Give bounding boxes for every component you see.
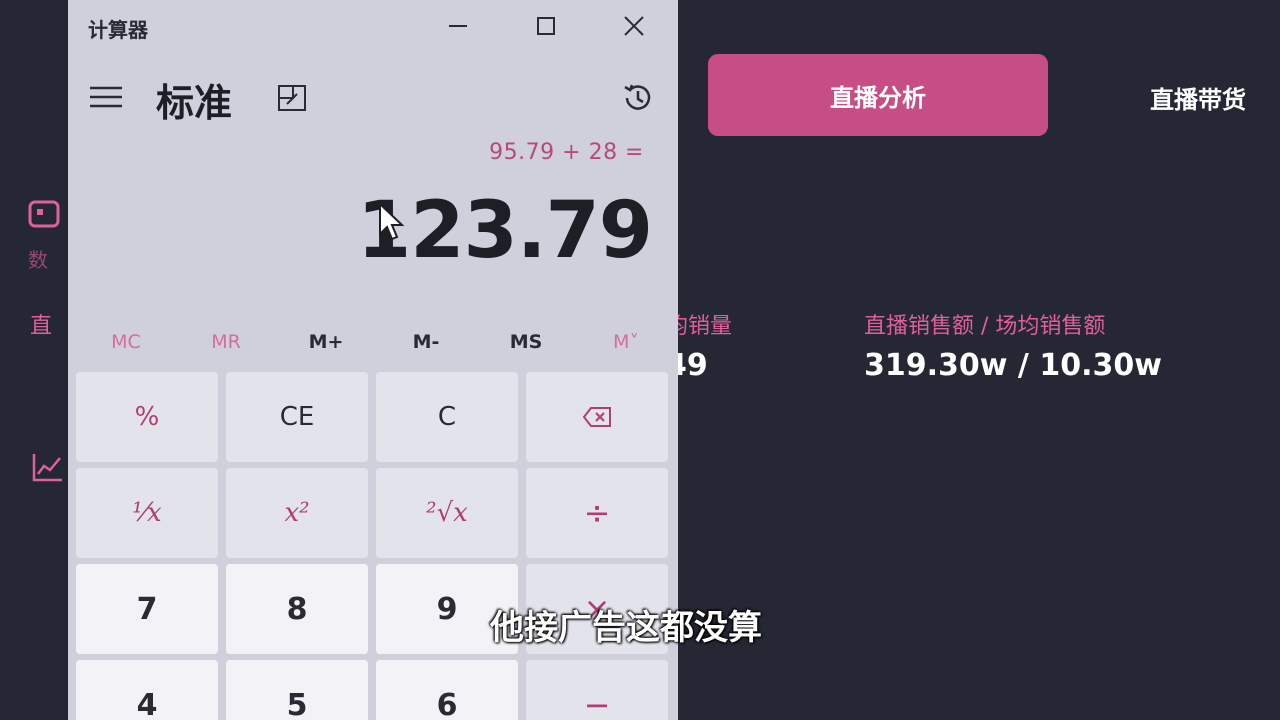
memory-clear-button[interactable]: MC	[76, 320, 176, 364]
digit-4-button[interactable]: 4	[76, 660, 218, 720]
percent-button[interactable]: %	[76, 372, 218, 462]
tab-live-sales[interactable]: 直播带货	[1150, 80, 1280, 116]
square-root-button[interactable]: ²√x	[376, 468, 518, 558]
close-icon[interactable]	[604, 6, 664, 46]
reciprocal-button[interactable]: ¹⁄x	[76, 468, 218, 558]
memory-store-button[interactable]: MS	[476, 320, 576, 364]
hamburger-icon[interactable]	[88, 82, 124, 112]
video-subtitle: 他接广告这都没算	[490, 608, 762, 648]
memory-recall-button[interactable]: MR	[176, 320, 276, 364]
memory-list-button[interactable]: M˅	[576, 320, 676, 364]
trend-chart-icon	[32, 452, 64, 486]
memory-add-button[interactable]: M+	[276, 320, 376, 364]
tab-live-analysis[interactable]: 直播分析	[708, 54, 1048, 136]
digit-6-button[interactable]: 6	[376, 660, 518, 720]
maximize-icon[interactable]	[516, 6, 576, 46]
stat-label-fragment: 直	[30, 314, 53, 339]
memory-row: MC MR M+ M- MS M˅	[76, 320, 676, 364]
digit-8-button[interactable]: 8	[226, 564, 368, 654]
app-title: 计算器	[88, 18, 148, 42]
keep-on-top-icon[interactable]	[268, 78, 316, 118]
digit-5-button[interactable]: 5	[226, 660, 368, 720]
square-button[interactable]: x²	[226, 468, 368, 558]
clear-button[interactable]: C	[376, 372, 518, 462]
camera-icon	[28, 198, 64, 234]
memory-subtract-button[interactable]: M-	[376, 320, 476, 364]
divide-button[interactable]: ÷	[526, 468, 668, 558]
digit-7-button[interactable]: 7	[76, 564, 218, 654]
stat-sales-amount-label: 直播销售额 / 场均销售额	[864, 314, 1106, 339]
title-bar[interactable]: 计算器	[68, 0, 678, 54]
section-sub-fragment: 数	[28, 248, 48, 272]
backspace-icon[interactable]	[526, 372, 668, 462]
minimize-icon[interactable]	[428, 6, 488, 46]
stat-sales-amount-value: 319.30w / 10.30w	[864, 348, 1162, 383]
mouse-cursor-icon	[378, 201, 405, 246]
history-icon[interactable]	[616, 76, 660, 120]
mode-title: 标准	[156, 81, 233, 125]
clear-entry-button[interactable]: CE	[226, 372, 368, 462]
expression-display: 95.79 + 28 =	[489, 140, 644, 165]
subtract-button[interactable]: −	[526, 660, 668, 720]
